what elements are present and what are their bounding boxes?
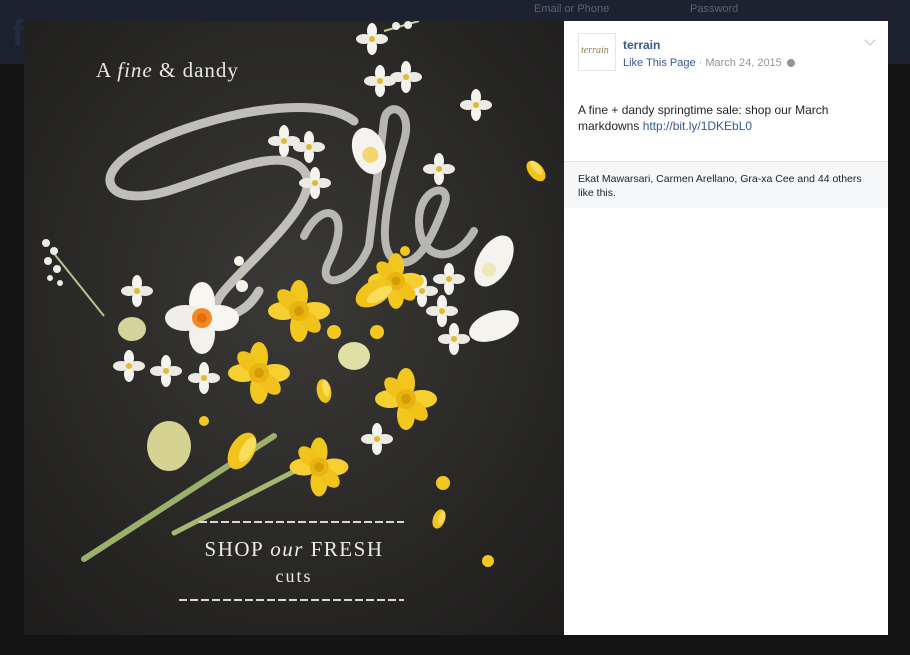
facebook-logo: f (12, 12, 24, 53)
page-avatar[interactable]: terrain (578, 33, 616, 71)
post-link[interactable]: http://bit.ly/1DKEbL0 (643, 119, 752, 133)
avatar-text: terrain (581, 45, 609, 56)
page-name-link[interactable]: terrain (623, 38, 660, 52)
headline-pre: A (96, 58, 117, 82)
cta-fresh: FRESH (304, 537, 384, 561)
sale-artwork: A fine & dandy SHOP our FRESH cuts (24, 21, 564, 635)
chevron-down-icon[interactable] (864, 34, 876, 46)
headline-italic: fine (117, 58, 153, 82)
svg-text:A fine & dandy: A fine & dandy (96, 58, 239, 82)
post-photo[interactable]: A fine & dandy SHOP our FRESH cuts (24, 21, 564, 635)
post-meta: Like This Page · March 24, 2015 (623, 57, 795, 69)
password-label: Password (690, 3, 739, 15)
post-text: A fine + dandy springtime sale: shop our… (578, 102, 868, 134)
globe-icon (786, 59, 795, 68)
email-label: Email or Phone (534, 3, 610, 15)
svg-text:SHOP our FRESH: SHOP our FRESH (205, 537, 384, 561)
headline-post: & dandy (153, 58, 239, 82)
cta-shop: SHOP (205, 537, 271, 561)
cta-our: our (270, 537, 304, 561)
likes-text[interactable]: Ekat Mawarsari, Carmen Arellano, Gra-xa … (578, 172, 878, 200)
likes-summary: Ekat Mawarsari, Carmen Arellano, Gra-xa … (564, 161, 888, 208)
like-page-link[interactable]: Like This Page (623, 57, 696, 69)
cta-cuts: cuts (276, 566, 313, 586)
post-detail-panel: terrain terrain Like This Page · March 2… (564, 21, 888, 635)
meta-separator: · (695, 57, 706, 69)
post-date[interactable]: March 24, 2015 (705, 57, 781, 69)
